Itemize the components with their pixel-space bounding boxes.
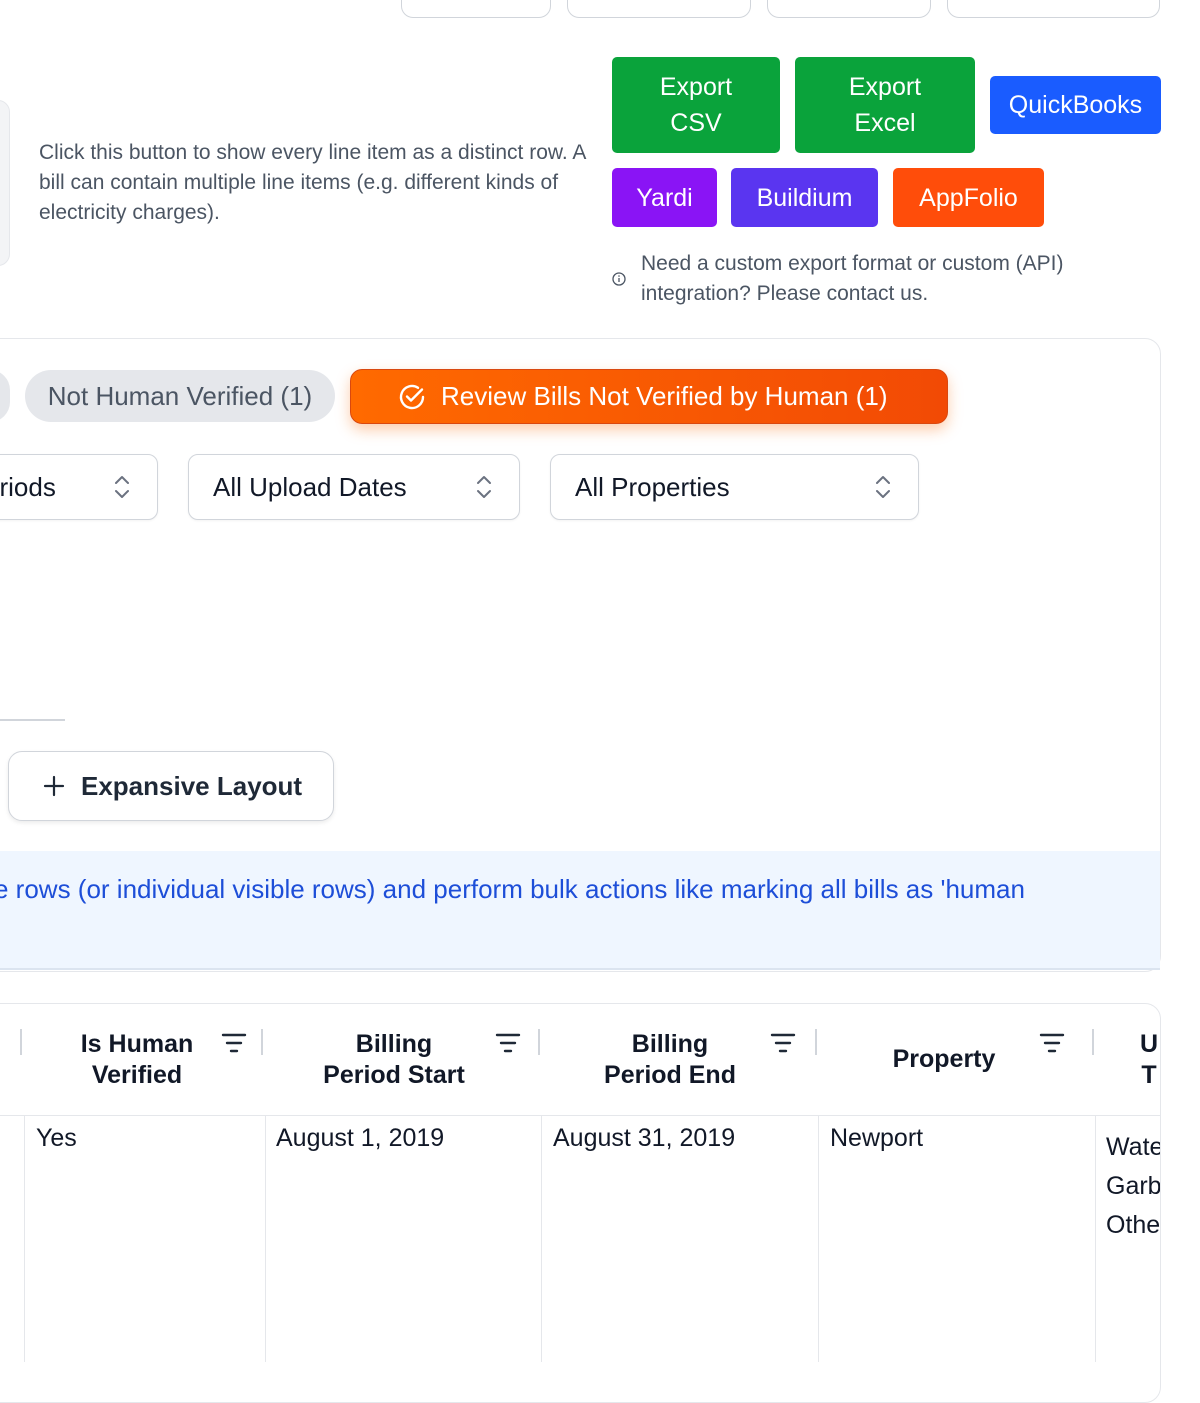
export-csv-button[interactable]: Export CSV	[612, 57, 780, 153]
properties-select[interactable]: All Properties	[550, 454, 919, 520]
plus-icon	[43, 775, 65, 797]
column-header-property[interactable]: Property	[870, 1003, 1018, 1116]
column-divider	[1095, 1116, 1096, 1362]
column-separator[interactable]	[20, 1029, 22, 1055]
utility-type-item: Wate	[1106, 1133, 1160, 1161]
line-items-help-text: Click this button to show every line ite…	[39, 141, 586, 224]
column-separator[interactable]	[261, 1029, 263, 1055]
column-header-label: Property	[892, 1045, 996, 1073]
not-human-verified-pill[interactable]: Not Human Verified (1)	[25, 370, 335, 422]
properties-select-value: All Properties	[575, 471, 730, 502]
buildium-button[interactable]: Buildium	[731, 168, 878, 227]
bulk-actions-info-text: e rows (or individual visible rows) and …	[0, 874, 1025, 904]
bulk-actions-info-banner	[0, 851, 1160, 970]
utility-type-item: Othe	[1106, 1211, 1160, 1239]
column-header-label: Billing Period End	[604, 1029, 736, 1089]
quickbooks-button[interactable]: QuickBooks	[990, 76, 1161, 134]
column-header-label: U T	[1140, 1029, 1159, 1089]
cell-utility-types: Wate Garb Othe	[1106, 1128, 1160, 1245]
cell-property: Newport	[830, 1124, 924, 1152]
billing-periods-select-value: eriods	[0, 471, 56, 502]
cell-is-human-verified: Yes	[36, 1124, 77, 1152]
review-unverified-bills-button[interactable]: Review Bills Not Verified by Human (1)	[350, 369, 948, 424]
cell-billing-period-start: August 1, 2019	[276, 1124, 445, 1152]
column-separator[interactable]	[1092, 1029, 1094, 1055]
top-tab-1[interactable]	[401, 0, 551, 18]
appfolio-button[interactable]: AppFolio	[893, 168, 1044, 227]
column-separator[interactable]	[815, 1029, 817, 1055]
filter-icon[interactable]	[1039, 1032, 1065, 1054]
custom-export-note: Need a custom export format or custom (A…	[641, 252, 1064, 305]
billing-periods-select[interactable]: eriods	[0, 454, 158, 520]
top-tab-4[interactable]	[947, 0, 1160, 18]
check-circle-icon	[399, 384, 425, 409]
expansive-layout-label: Expansive Layout	[81, 770, 303, 801]
filter-icon[interactable]	[770, 1032, 796, 1054]
column-header-billing-period-end[interactable]: Billing Period End	[584, 1003, 756, 1116]
chevron-up-down-icon	[477, 476, 491, 498]
upload-dates-select-value: All Upload Dates	[213, 471, 407, 502]
column-divider	[541, 1116, 542, 1362]
utility-type-item: Garb	[1106, 1172, 1160, 1200]
info-circle-icon	[612, 272, 626, 286]
top-tab-2[interactable]	[567, 0, 751, 18]
chevron-up-down-icon	[876, 476, 890, 498]
expansive-layout-button[interactable]: Expansive Layout	[8, 751, 334, 821]
column-header-label: Billing Period Start	[323, 1029, 465, 1089]
column-header-is-human-verified[interactable]: Is Human Verified	[55, 1003, 219, 1116]
divider	[0, 719, 65, 721]
chevron-up-down-icon	[115, 476, 129, 498]
yardi-button[interactable]: Yardi	[612, 168, 717, 227]
top-tab-3[interactable]	[767, 0, 931, 18]
column-divider	[24, 1116, 25, 1362]
export-excel-button[interactable]: Export Excel	[795, 57, 975, 153]
line-items-toggle-button[interactable]	[0, 100, 10, 266]
upload-dates-select[interactable]: All Upload Dates	[188, 454, 520, 520]
column-header-billing-period-start[interactable]: Billing Period Start	[300, 1003, 488, 1116]
filter-icon[interactable]	[221, 1032, 247, 1054]
column-divider	[265, 1116, 266, 1362]
cell-billing-period-end: August 31, 2019	[553, 1124, 736, 1152]
column-header-utility-type[interactable]: U T	[1140, 1003, 1200, 1116]
column-divider	[818, 1116, 819, 1362]
filter-icon[interactable]	[495, 1032, 521, 1054]
column-separator[interactable]	[538, 1029, 540, 1055]
column-header-label: Is Human Verified	[80, 1029, 194, 1089]
review-button-label: Review Bills Not Verified by Human (1)	[441, 381, 888, 411]
